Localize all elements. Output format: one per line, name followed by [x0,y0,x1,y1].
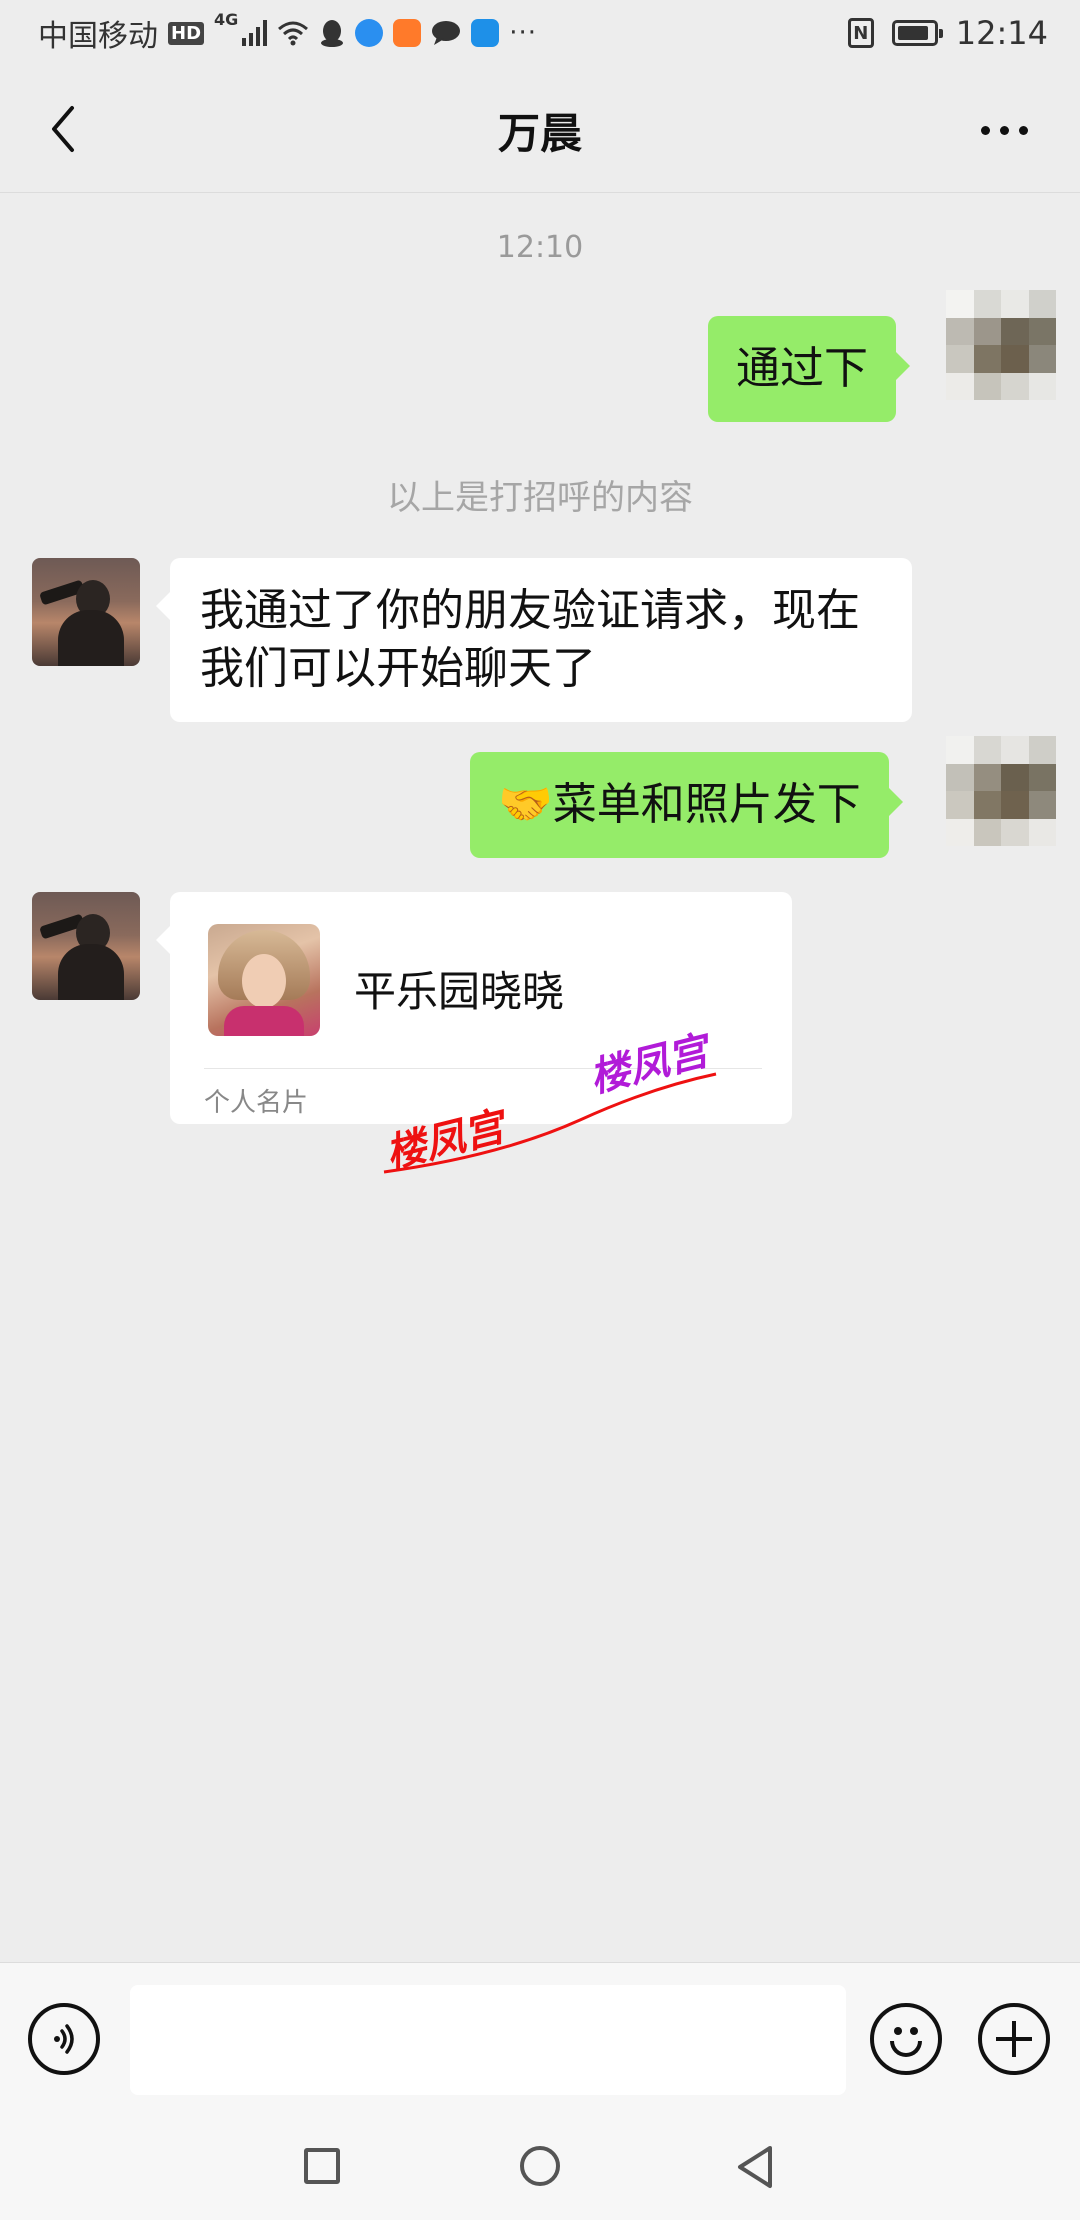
more-actions-button[interactable] [978,2003,1050,2075]
orange-app-icon [393,19,422,47]
home-button[interactable] [520,2146,560,2186]
hotspot-app-icon [471,19,500,47]
my-avatar[interactable] [946,736,1056,846]
hd-badge: HD [168,21,205,45]
message-input[interactable] [130,1985,846,2095]
incoming-message-bubble[interactable]: 我通过了你的朋友验证请求，现在我们可以开始聊天了 [156,558,912,722]
message-text: 我通过了你的朋友验证请求，现在我们可以开始聊天了 [200,585,860,694]
message-icon [432,21,461,45]
contact-card-avatar [208,924,320,1036]
more-options-button[interactable] [964,102,1044,158]
input-bar [0,1962,1080,2111]
outgoing-message-bubble[interactable]: 🤝 菜单和照片发下 [470,752,903,858]
nfc-icon: N [847,18,874,48]
more-dot-icon [980,125,990,135]
contact-card-name: 平乐园晓晓 [354,967,565,1016]
outgoing-message-bubble[interactable]: 通过下 [708,316,910,422]
contact-card-type: 个人名片 [204,1088,309,1118]
voice-icon [54,2024,74,2054]
friend-avatar[interactable] [32,892,140,1000]
browser-app-icon [355,19,384,47]
message-text: 菜单和照片发下 [552,779,861,830]
chat-title: 万晨 [497,109,582,158]
status-bar: 中国移动 HD 4G ··· N 12:14 [0,0,1080,66]
system-navigation-bar [0,2110,1080,2220]
friend-avatar[interactable] [32,558,140,666]
chat-header: 万晨 [0,66,1080,193]
voice-input-button[interactable] [28,2003,100,2075]
message-timestamp: 12:10 [496,230,584,265]
network-type: 4G [214,10,239,29]
more-notifications: ··· [509,18,538,48]
nav-back-button[interactable] [734,2144,776,2190]
more-dot-icon [1018,125,1028,135]
more-dot-icon [999,125,1009,135]
message-text: 通过下 [736,343,868,394]
emoji-button[interactable] [870,2003,942,2075]
handshake-emoji-icon: 🤝 [498,779,553,830]
signal-icon [242,20,268,46]
status-time: 12:14 [955,14,1048,52]
qq-icon [321,20,344,47]
carrier-label: 中国移动 [38,19,158,54]
recent-apps-button[interactable] [304,2148,340,2184]
wifi-icon [278,21,309,46]
battery-icon [891,20,943,46]
my-avatar[interactable] [946,290,1056,400]
system-note: 以上是打招呼的内容 [387,478,693,518]
